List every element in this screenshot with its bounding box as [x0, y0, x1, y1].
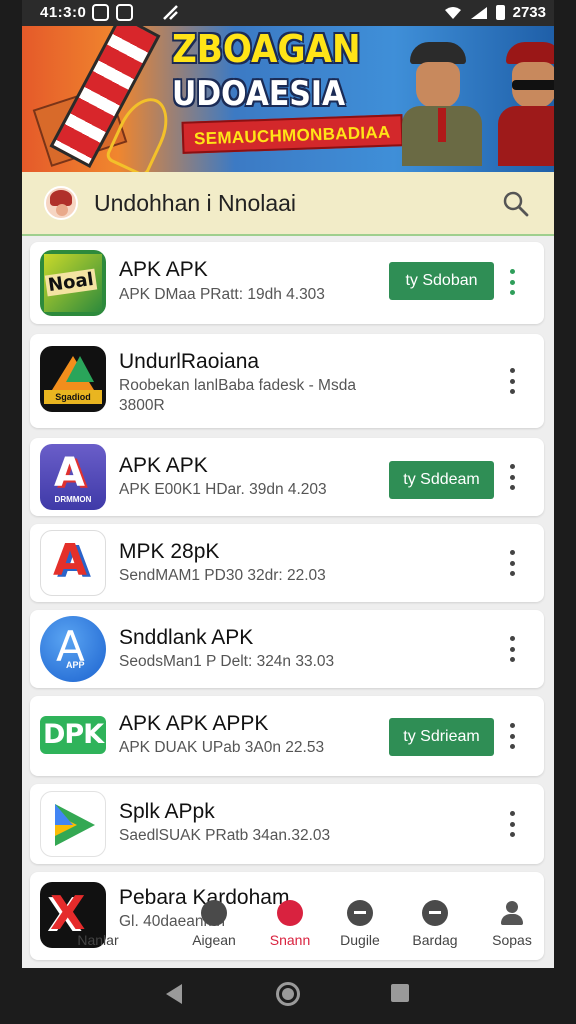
app-meta: SaedlSUAK PRatb 34an.32.03: [119, 827, 331, 844]
search-icon[interactable]: [502, 190, 530, 218]
person-icon: [499, 900, 525, 926]
blue-circle-a-app-icon: A APP: [40, 616, 106, 682]
screen: 41:3:0 2733 ZBOAGAN UDOAESIA SEMAUCHMONB…: [22, 0, 554, 968]
nav-label: Dugile: [340, 932, 380, 948]
nav-label: Nanlar: [77, 932, 119, 948]
avatar[interactable]: [44, 186, 78, 220]
app-meta: APK DUAK UPab 3A0n 22.53: [119, 739, 325, 756]
app-name: APK APK: [119, 454, 208, 477]
app-name: Snddlank APK: [119, 626, 254, 649]
more-options-icon[interactable]: [506, 368, 518, 394]
officer-illustration: [498, 42, 554, 172]
notification-icon: [92, 4, 109, 21]
nav-item-dugile[interactable]: Dugile: [320, 888, 400, 948]
promo-banner[interactable]: ZBOAGAN UDOAESIA SEMAUCHMONBADIAA: [22, 26, 554, 172]
list-item[interactable]: A MPK 28pK SendMAM1 PD30 32dr: 22.03: [30, 524, 544, 602]
wifi-icon: [444, 6, 461, 19]
list-item[interactable]: Sgadiod UndurlRaoiana Roobekan lanlBaba …: [30, 334, 544, 428]
more-options-icon[interactable]: [506, 269, 518, 295]
app-name: MPK 28pK: [119, 540, 220, 563]
purple-a-app-icon: A DRMMON: [40, 444, 106, 510]
install-button[interactable]: ty Sdrieam: [389, 718, 494, 756]
install-button[interactable]: ty Sddeam: [389, 461, 494, 499]
app-meta-line2: 3800R: [119, 397, 165, 414]
nav-label: Snann: [269, 932, 311, 948]
list-item[interactable]: A DRMMON APK APK APK E00K1 HDar. 39dn 4.2…: [30, 438, 544, 516]
recent-apps-icon[interactable]: [391, 984, 409, 1002]
list-item[interactable]: Noal APK APK APK DMaa PRatt: 19dh 4.303 …: [30, 242, 544, 324]
dark-triangle-app-icon: Sgadiod: [40, 346, 106, 412]
list-item[interactable]: A APP Snddlank APK SeodsMan1 P Delt: 324n…: [30, 610, 544, 688]
app-name: APK APK APPK: [119, 712, 269, 735]
compass-icon: [201, 900, 227, 926]
nav-label: Sopas: [492, 932, 532, 948]
app-name: Splk APpk: [119, 800, 215, 823]
device-frame: 41:3:0 2733 ZBOAGAN UDOAESIA SEMAUCHMONB…: [0, 0, 576, 1024]
play-triangle-app-icon: [40, 791, 106, 857]
app-meta: APK E00K1 HDar. 39dn 4.203: [119, 481, 327, 498]
battery-icon: [495, 5, 505, 20]
back-icon[interactable]: [166, 984, 182, 1004]
more-options-icon[interactable]: [506, 464, 518, 490]
more-options-icon[interactable]: [506, 811, 518, 837]
minus-circle-icon: [347, 900, 373, 926]
signal-bars-icon: [470, 6, 487, 19]
soldier-illustration: [402, 42, 502, 172]
app-name: UndurlRaoiana: [119, 350, 260, 373]
app-header: Undohhan i Nnolaai: [22, 172, 554, 236]
list-item[interactable]: DPK APK APK APPK APK DUAK UPab 3A0n 22.5…: [30, 696, 544, 776]
system-navigation-bar: [0, 968, 576, 1024]
bottom-navigation: Nanlar Aigean Snann Dugile Bardag Sopas: [22, 888, 554, 968]
nav-label: Bardag: [412, 932, 458, 948]
app-meta: SendMAM1 PD30 32dr: 22.03: [119, 567, 326, 584]
controller-icon: [422, 900, 448, 926]
app-meta: SeodsMan1 P Delt: 324n 33.03: [119, 653, 335, 670]
dpk-app-icon: DPK: [40, 702, 106, 768]
status-right: 2733: [444, 4, 546, 21]
page-title: Undohhan i Nnolaai: [94, 190, 297, 216]
nav-item-snann[interactable]: Snann: [250, 888, 330, 948]
nav-item-sopas[interactable]: Sopas: [472, 888, 552, 948]
nav-item-bardag[interactable]: Bardag: [395, 888, 475, 948]
signal-icon: [162, 4, 179, 21]
banner-title: ZBOAGAN: [172, 27, 361, 71]
status-clock-right: 2733: [512, 4, 546, 21]
app-meta: Roobekan lanlBaba fadesk - Msda: [119, 377, 356, 394]
more-options-icon[interactable]: [506, 723, 518, 749]
nav-item-aigean[interactable]: Aigean: [174, 888, 254, 948]
nav-item-nanlar[interactable]: Nanlar: [77, 888, 158, 948]
app-meta: APK DMaa PRatt: 19dh 4.303: [119, 286, 325, 303]
red-blue-a-app-icon: A: [40, 530, 106, 596]
noal-app-icon: Noal: [40, 250, 106, 316]
banner-title-line2: UDOAESIA: [172, 74, 346, 114]
nav-label: Aigean: [192, 932, 236, 948]
app-name: APK APK: [119, 258, 208, 281]
install-button[interactable]: ty Sdoban: [389, 262, 494, 300]
more-options-icon[interactable]: [506, 636, 518, 662]
status-bar: 41:3:0 2733: [22, 0, 554, 26]
home-button-icon[interactable]: [276, 982, 300, 1006]
list-item[interactable]: Splk APpk SaedlSUAK PRatb 34an.32.03: [30, 784, 544, 864]
banner-subtitle: SEMAUCHMONBADIAA: [181, 114, 404, 154]
gallery-icon: [116, 4, 133, 21]
more-options-icon[interactable]: [506, 550, 518, 576]
apps-icon: [277, 900, 303, 926]
status-time: 41:3:0: [40, 4, 87, 21]
